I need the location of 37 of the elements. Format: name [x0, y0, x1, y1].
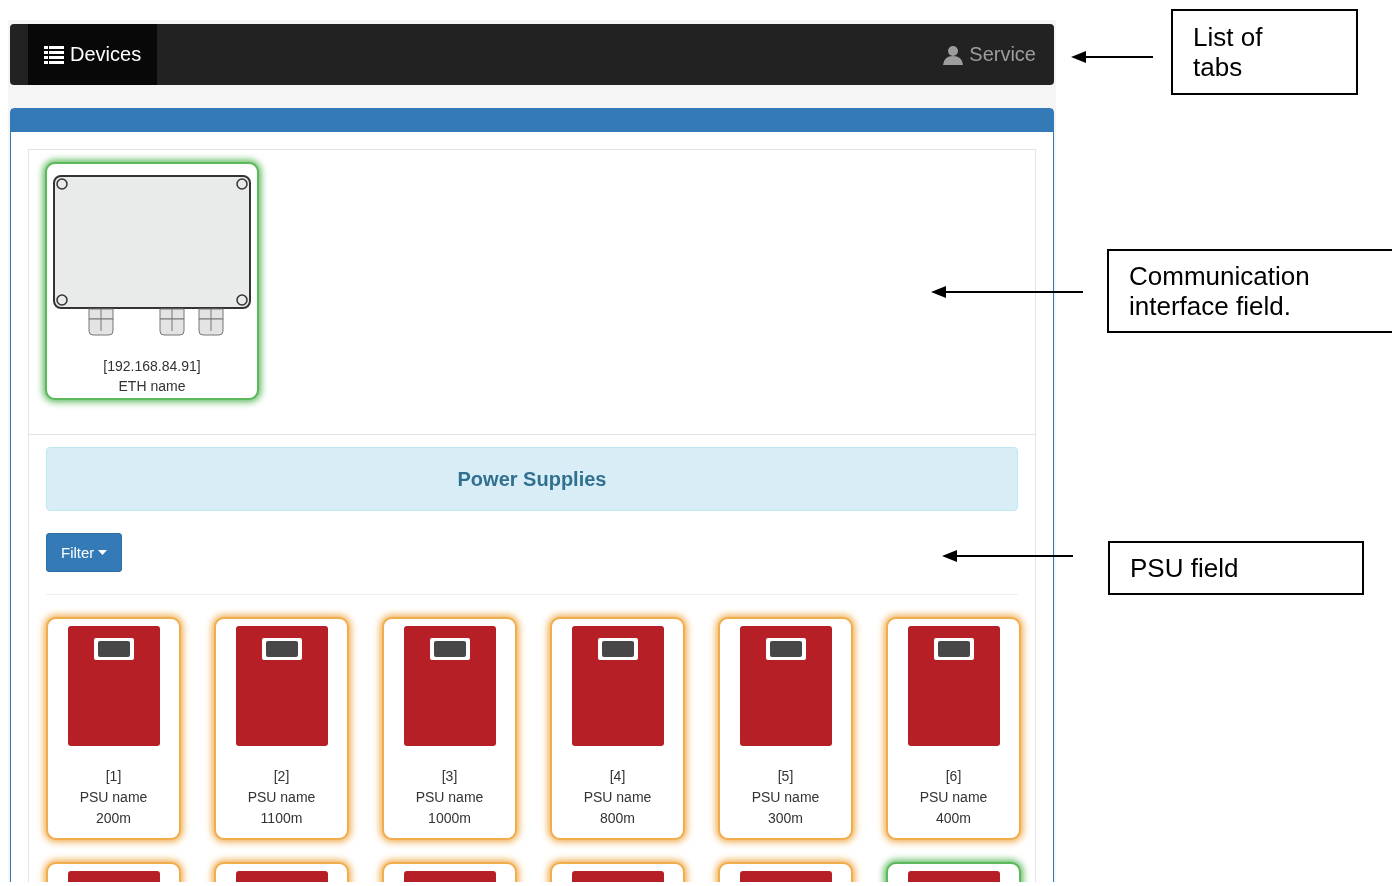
- psu-card[interactable]: [3] PSU name 1000m: [382, 617, 517, 840]
- list-icon: [44, 45, 64, 64]
- psu-card[interactable]: [1] PSU name 200m: [46, 617, 181, 840]
- cable-length: 800m: [600, 809, 635, 828]
- cable-length: 1000m: [428, 809, 471, 828]
- nav-tab[interactable]: Devices: [28, 24, 158, 85]
- device-name: ETH name: [118, 377, 186, 396]
- unit-name: PSU name: [415, 788, 484, 807]
- unit-name: PSU name: [919, 788, 988, 807]
- unit-name: PSU name: [247, 788, 316, 807]
- callout-label: List of tabs: [1171, 9, 1358, 95]
- nav-tab[interactable]: Service: [927, 24, 1054, 85]
- callout-label: Communication interface field.: [1107, 249, 1392, 333]
- unit-index: [1]: [105, 767, 122, 786]
- caret-icon: [98, 550, 108, 555]
- interface-card[interactable]: [192.168.84.91] ETH name: [45, 162, 259, 400]
- unit-index: [5]: [777, 767, 794, 786]
- unit-index: [6]: [945, 767, 962, 786]
- unit-index: [4]: [609, 767, 626, 786]
- cable-length: 400m: [936, 809, 971, 828]
- unit-name: PSU name: [583, 788, 652, 807]
- psu-card[interactable]: [4] PSU name 800m: [550, 617, 685, 840]
- cable-length: 300m: [768, 809, 803, 828]
- unit-name: PSU name: [751, 788, 820, 807]
- filter-button[interactable]: Filter: [46, 533, 123, 572]
- section-title: Power Supplies: [46, 447, 1018, 511]
- cable-length: 1100m: [260, 809, 303, 828]
- callout-label: PSU field: [1108, 541, 1364, 595]
- user-icon: [943, 44, 964, 65]
- cable-length: 200m: [96, 809, 131, 828]
- unit-index: [3]: [441, 767, 458, 786]
- ip-address: [192.168.84.91]: [103, 357, 201, 376]
- unit-name: PSU name: [79, 788, 148, 807]
- unit-index: [2]: [273, 767, 290, 786]
- psu-card[interactable]: [5] PSU name 300m: [718, 617, 853, 840]
- psu-card[interactable]: [6] PSU name 400m: [886, 617, 1021, 840]
- psu-card[interactable]: [2] PSU name 1100m: [214, 617, 349, 840]
